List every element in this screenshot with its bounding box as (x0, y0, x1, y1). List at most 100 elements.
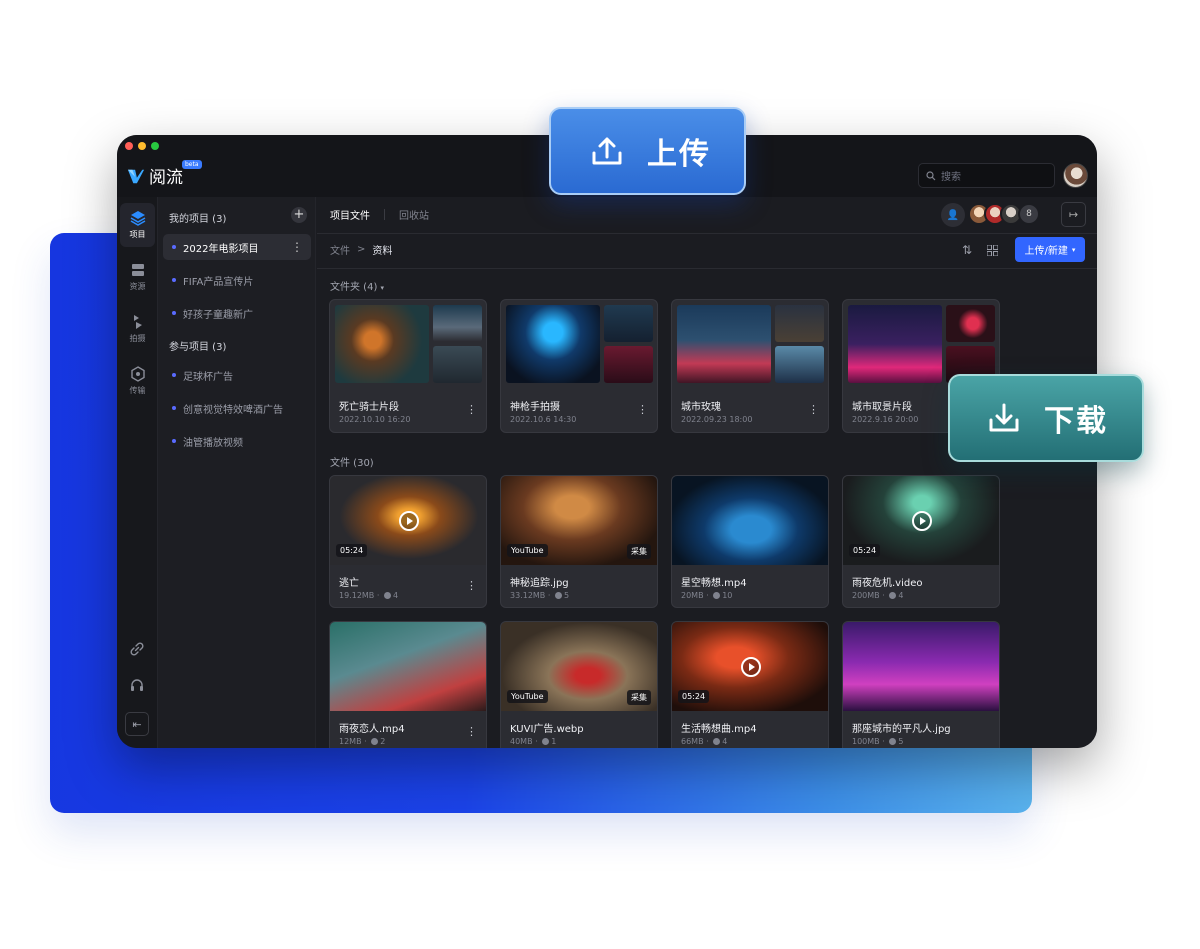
comment-count: 4 (392, 591, 399, 600)
file-card[interactable]: 星空畅想.mp4 20MB · 10 (671, 475, 829, 608)
rail-item-transfer[interactable]: 传输 (120, 359, 155, 403)
more-icon[interactable]: ⋮ (466, 725, 477, 738)
grid-view-icon[interactable] (987, 245, 998, 256)
play-icon[interactable] (741, 657, 761, 677)
comment-count: 1 (551, 737, 557, 746)
project-item-kids[interactable]: 好孩子童趣新广 (163, 300, 311, 326)
file-card[interactable]: 05:24 生活畅想曲.mp4 66MB · 4 (671, 621, 829, 748)
file-card[interactable]: YouTube 采集 神秘追踪.jpg 33.12MB · 5 (500, 475, 658, 608)
file-thumbnail (672, 476, 828, 565)
file-card[interactable]: YouTube 采集 KUVI广告.webp 40MB · 1 (500, 621, 658, 748)
play-icon[interactable] (912, 511, 932, 531)
comment-icon (371, 738, 379, 745)
folders-section-label[interactable]: 文件夹 (4) ▾ (330, 278, 384, 293)
exit-project-button[interactable]: ↦ (1061, 202, 1086, 227)
exit-icon: ↦ (1068, 208, 1079, 221)
tab-bar: 项目文件 回收站 (330, 207, 429, 222)
comment-icon (542, 738, 550, 745)
rail-item-resources[interactable]: 资源 (120, 255, 155, 299)
folder-thumbnails (335, 305, 482, 383)
files-section-label: 文件 (30) (330, 458, 374, 469)
more-icon[interactable]: ⋮ (466, 579, 477, 592)
dot-icon (172, 245, 176, 249)
file-size: 20MB (681, 591, 704, 600)
project-item-youtube[interactable]: 油管播放视频 (163, 428, 311, 454)
more-icon[interactable]: ⋮ (291, 240, 303, 254)
folder-card[interactable]: 神枪手拍摄 2022.10.6 14:30 ⋮ (500, 299, 658, 433)
member-count-badge: 8 (1018, 203, 1040, 225)
collapse-sidebar-button[interactable]: ⇤ (125, 712, 149, 736)
headset-icon[interactable] (129, 677, 145, 693)
play-icon[interactable] (399, 511, 419, 531)
layers-icon (130, 211, 145, 226)
project-item-beer[interactable]: 创意视觉特效啤酒广告 (163, 395, 311, 421)
nav-rail: 项目 资源 拍摄 传输 ⇤ (117, 197, 158, 748)
upload-new-button[interactable]: 上传/新建 ▾ (1015, 237, 1085, 262)
folder-thumbnail (433, 305, 482, 342)
file-card[interactable]: 05:24 雨夜危机.video 200MB · 4 (842, 475, 1000, 608)
file-name: 雨夜危机.video (852, 578, 923, 589)
minimize-window-button[interactable] (138, 142, 146, 150)
scene: 阅流 beta 搜索 项目 资源 拍摄 传输 ⇤ 我的项目 (3) + 2022… (0, 0, 1200, 949)
folder-thumbnail (677, 305, 771, 383)
rail-label-transfer: 传输 (129, 386, 146, 395)
add-project-button[interactable]: + (291, 207, 307, 223)
invite-member-button[interactable]: 👤 (941, 203, 965, 227)
file-size: 66MB (681, 737, 704, 746)
file-card[interactable]: 雨夜恋人.mp4 12MB · 2 ⋮ (329, 621, 487, 748)
tab-divider (384, 209, 385, 220)
file-card[interactable]: 05:24 逃亡 19.12MB · 4 ⋮ (329, 475, 487, 608)
more-icon[interactable]: ⋮ (466, 403, 477, 416)
member-avatars[interactable]: 8 (968, 203, 1040, 225)
comment-icon (713, 738, 721, 745)
file-card[interactable]: 那座城市的平凡人.jpg 100MB · 5 (842, 621, 1000, 748)
folders-count-label: 文件夹 (4) (330, 282, 378, 293)
folder-thumbnail (848, 305, 942, 383)
rail-item-projects[interactable]: 项目 (120, 203, 155, 247)
source-badge: YouTube (507, 690, 548, 703)
tab-project-files[interactable]: 项目文件 (330, 207, 370, 222)
project-item-fifa[interactable]: FIFA产品宣传片 (163, 267, 311, 293)
rail-item-shooting[interactable]: 拍摄 (120, 307, 155, 351)
rail-label-projects: 项目 (129, 230, 146, 239)
comment-count: 5 (563, 591, 570, 600)
download-overlay-button[interactable]: 下载 (948, 374, 1144, 462)
project-label: FIFA产品宣传片 (183, 276, 254, 288)
link-icon[interactable] (129, 641, 145, 657)
plus-icon: + (293, 207, 305, 222)
file-size: 200MB (852, 591, 880, 600)
upload-overlay-button[interactable]: 上传 (549, 107, 746, 195)
search-input[interactable]: 搜索 (918, 163, 1055, 188)
sort-icon[interactable]: ⇅ (962, 243, 972, 257)
project-label: 创意视觉特效啤酒广告 (183, 404, 283, 416)
close-window-button[interactable] (125, 142, 133, 150)
folder-date: 2022.9.16 20:00 (852, 415, 919, 424)
folder-name: 神枪手拍摄 (510, 402, 560, 413)
breadcrumb: 文件 > 资料 (330, 242, 392, 257)
duration-badge: 05:24 (336, 544, 368, 557)
maximize-window-button[interactable] (151, 142, 159, 150)
comment-count: 2 (380, 737, 386, 746)
more-icon[interactable]: ⋮ (808, 403, 819, 416)
search-icon (926, 170, 936, 180)
file-meta: 20MB · 10 (681, 591, 733, 600)
search-placeholder: 搜索 (941, 172, 961, 183)
file-size: 12MB (339, 737, 362, 746)
file-name: 星空畅想.mp4 (681, 578, 747, 589)
user-avatar[interactable] (1063, 163, 1088, 188)
breadcrumb-root[interactable]: 文件 (330, 242, 350, 257)
folder-card[interactable]: 城市玫瑰 2022.09.23 18:00 ⋮ (671, 299, 829, 433)
folder-card[interactable]: 死亡骑士片段 2022.10.10 16:20 ⋮ (329, 299, 487, 433)
folder-thumbnail (604, 346, 653, 383)
source-badge: YouTube (507, 544, 548, 557)
joined-projects-header: 参与项目 (3) (169, 342, 227, 353)
divider (317, 268, 1097, 269)
main-content: 项目文件 回收站 👤 8 ↦ 文件 > 资料 ⇅ 上传/新建 ▾ 文件夹 (4)… (317, 197, 1097, 748)
file-meta: 19.12MB · 4 (339, 591, 399, 600)
project-item-2022-film[interactable]: 2022年电影项目 ⋮ (163, 234, 311, 260)
project-label: 2022年电影项目 (183, 243, 259, 255)
tab-trash[interactable]: 回收站 (399, 207, 429, 222)
more-icon[interactable]: ⋮ (637, 403, 648, 416)
file-meta: 66MB · 4 (681, 737, 728, 746)
project-item-football[interactable]: 足球杯广告 (163, 362, 311, 388)
